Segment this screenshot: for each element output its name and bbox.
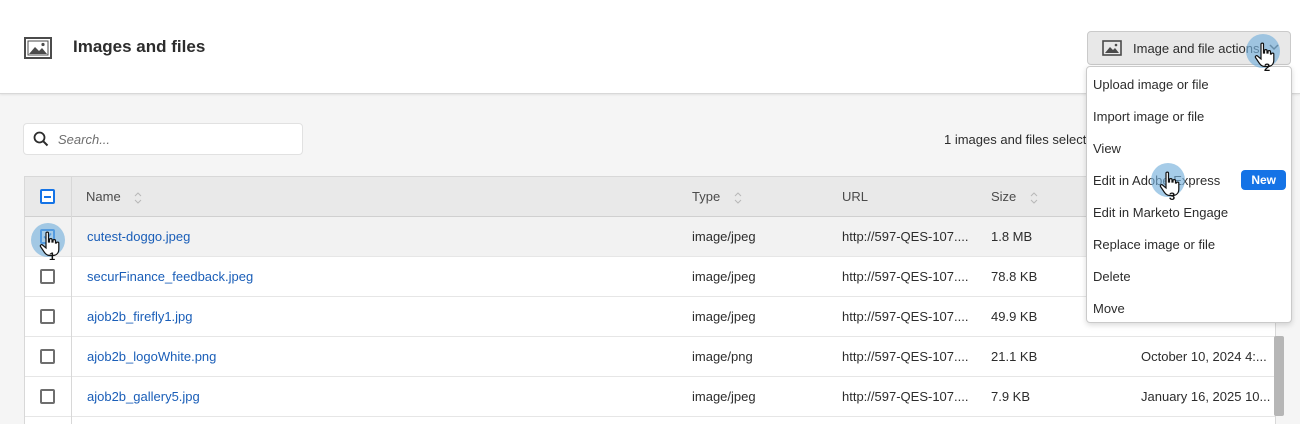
sort-icon: [734, 191, 742, 204]
file-date: October 10, 2024 4:...: [1141, 349, 1267, 364]
column-divider: [71, 177, 72, 424]
sort-icon: [1030, 191, 1038, 204]
menu-item-label: Upload image or file: [1093, 76, 1209, 92]
step-number: 3: [1169, 191, 1176, 203]
menu-item-label: View: [1093, 140, 1121, 156]
column-size-label: Size: [991, 189, 1017, 204]
file-url: http://597-QES-107....: [842, 269, 969, 284]
file-url: http://597-QES-107....: [842, 349, 969, 364]
file-type: image/jpeg: [692, 229, 756, 244]
menu-item-label: Delete: [1093, 268, 1131, 284]
menu-item-move[interactable]: Move: [1087, 292, 1291, 324]
table-row[interactable]: ajob2b_gallery5.jpg image/jpeg http://59…: [25, 377, 1275, 417]
search-icon: [33, 131, 49, 147]
search-box: [23, 123, 303, 155]
column-header-size[interactable]: Size: [991, 189, 1038, 205]
file-url: http://597-QES-107....: [842, 389, 969, 404]
file-url: http://597-QES-107....: [842, 309, 969, 324]
row-checkbox[interactable]: [40, 389, 55, 404]
vertical-scrollbar[interactable]: [1274, 336, 1284, 416]
step-marker-3: 3: [1151, 163, 1195, 207]
menu-item-view[interactable]: View: [1087, 132, 1291, 164]
file-name-link[interactable]: ajob2b_firefly1.jpg: [87, 309, 193, 324]
actions-button-label: Image and file actions: [1133, 40, 1260, 56]
search-input[interactable]: [58, 131, 288, 147]
file-size: 78.8 KB: [991, 269, 1038, 284]
menu-item-label: Move: [1093, 300, 1125, 316]
step-number: 2: [1264, 62, 1271, 74]
file-name-link[interactable]: securFinance_feedback.jpeg: [87, 269, 253, 284]
file-name-link[interactable]: ajob2b_logoWhite.png: [87, 349, 216, 364]
menu-item-import[interactable]: Import image or file: [1087, 100, 1291, 132]
menu-item-label: Replace image or file: [1093, 236, 1216, 252]
column-url-label: URL: [842, 189, 869, 204]
menu-item-label: Import image or file: [1093, 108, 1205, 124]
column-header-url[interactable]: URL: [842, 189, 868, 204]
sort-icon: [134, 191, 142, 204]
file-url: http://597-QES-107....: [842, 229, 969, 244]
file-size: 1.8 MB: [991, 229, 1033, 244]
file-date: January 16, 2025 10...: [1141, 389, 1271, 404]
table-row[interactable]: ajob2b_logoWhite.png image/png http://59…: [25, 337, 1275, 377]
select-all-checkbox[interactable]: [40, 189, 55, 204]
file-type: image/png: [692, 349, 753, 364]
file-size: 21.1 KB: [991, 349, 1038, 364]
image-icon: [1102, 40, 1122, 56]
column-name-label: Name: [86, 189, 121, 204]
file-type: image/jpeg: [692, 309, 756, 324]
file-size: 7.9 KB: [991, 389, 1031, 404]
column-type-label: Type: [692, 189, 721, 204]
selection-count: 1 images and files selecte: [944, 132, 1094, 147]
file-name-link[interactable]: cutest-doggo.jpeg: [87, 229, 190, 244]
column-header-name[interactable]: Name: [86, 189, 142, 205]
column-header-type[interactable]: Type: [692, 189, 742, 205]
menu-item-delete[interactable]: Delete: [1087, 260, 1291, 292]
file-size: 49.9 KB: [991, 309, 1038, 324]
row-checkbox[interactable]: [40, 269, 55, 284]
file-type: image/jpeg: [692, 389, 756, 404]
menu-item-replace[interactable]: Replace image or file: [1087, 228, 1291, 260]
image-icon: [24, 37, 52, 59]
file-name-link[interactable]: ajob2b_gallery5.jpg: [87, 389, 200, 404]
row-checkbox[interactable]: [40, 309, 55, 324]
page-title: Images and files: [73, 37, 206, 56]
row-checkbox[interactable]: [40, 349, 55, 364]
step-number: 1: [49, 251, 56, 263]
step-marker-2: 2: [1246, 34, 1290, 78]
file-type: image/jpeg: [692, 269, 756, 284]
new-badge: New: [1241, 170, 1286, 190]
step-marker-1: 1: [31, 223, 75, 267]
